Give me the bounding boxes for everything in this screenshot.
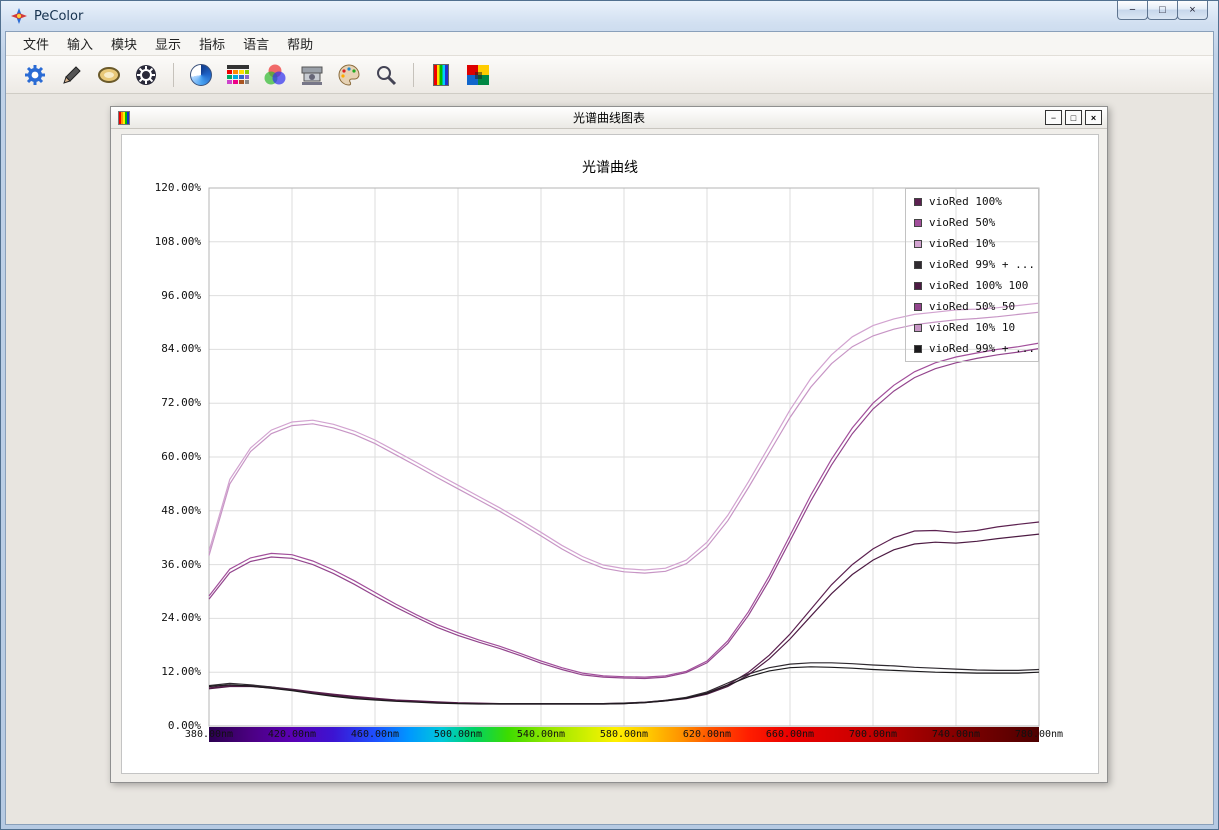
legend-label: vioRed 99% + ... bbox=[929, 258, 1035, 271]
x-tick-label: 740.00nm bbox=[932, 729, 980, 740]
chart-minimize-button[interactable]: − bbox=[1045, 110, 1062, 125]
app-logo-icon bbox=[11, 8, 27, 24]
legend-label: vioRed 10% bbox=[929, 237, 995, 250]
y-tick-label: 72.00% bbox=[137, 396, 201, 409]
app-titlebar: PeColor − □ × bbox=[1, 1, 1218, 31]
legend-label: vioRed 50% bbox=[929, 216, 995, 229]
workspace: 光谱曲线图表 − □ × 光谱曲线 vioRed 100%vioRed 50%v… bbox=[6, 94, 1213, 824]
legend-label: vioRed 99% + ... bbox=[929, 342, 1035, 355]
legend-swatch bbox=[914, 345, 922, 353]
menu-bar: 文件 输入 模块 显示 指标 语言 帮助 bbox=[6, 32, 1213, 56]
chart-panel: 光谱曲线 vioRed 100%vioRed 50%vioRed 10%vioR… bbox=[121, 134, 1099, 774]
legend-swatch bbox=[914, 198, 922, 206]
legend-swatch bbox=[914, 219, 922, 227]
x-tick-label: 780.00nm bbox=[1015, 729, 1063, 740]
toolbar-separator bbox=[413, 63, 414, 87]
chart-window-titlebar[interactable]: 光谱曲线图表 − □ × bbox=[111, 107, 1107, 129]
machine-icon[interactable] bbox=[297, 60, 327, 90]
x-tick-label: 500.00nm bbox=[434, 729, 482, 740]
y-tick-label: 24.00% bbox=[137, 611, 201, 624]
paint-palette-icon[interactable] bbox=[334, 60, 364, 90]
menu-index[interactable]: 指标 bbox=[190, 31, 234, 56]
y-tick-label: 84.00% bbox=[137, 342, 201, 355]
legend-item: vioRed 50% bbox=[906, 212, 1038, 233]
legend-item: vioRed 99% + ... bbox=[906, 338, 1038, 359]
legend-swatch bbox=[914, 282, 922, 290]
legend-label: vioRed 10% 10 bbox=[929, 321, 1015, 334]
minimize-button[interactable]: − bbox=[1117, 1, 1148, 20]
legend-item: vioRed 100% 100 bbox=[906, 275, 1038, 296]
menu-language[interactable]: 语言 bbox=[234, 31, 278, 56]
chart-window-icon bbox=[118, 111, 130, 125]
color-circles-icon[interactable] bbox=[260, 60, 290, 90]
x-tick-label: 620.00nm bbox=[683, 729, 731, 740]
x-tick-label: 420.00nm bbox=[268, 729, 316, 740]
x-tick-label: 700.00nm bbox=[849, 729, 897, 740]
settings-gear-icon[interactable] bbox=[20, 60, 50, 90]
menu-module[interactable]: 模块 bbox=[102, 31, 146, 56]
legend-swatch bbox=[914, 303, 922, 311]
close-button[interactable]: × bbox=[1177, 1, 1208, 20]
chart-maximize-button[interactable]: □ bbox=[1065, 110, 1082, 125]
y-tick-label: 60.00% bbox=[137, 450, 201, 463]
color-grid-icon[interactable] bbox=[463, 60, 493, 90]
y-tick-label: 96.00% bbox=[137, 289, 201, 302]
x-tick-label: 460.00nm bbox=[351, 729, 399, 740]
chart-window-caption-buttons: − □ × bbox=[1045, 110, 1102, 125]
chart-close-button[interactable]: × bbox=[1085, 110, 1102, 125]
chart-window-title: 光谱曲线图表 bbox=[573, 109, 645, 126]
legend-item: vioRed 10% bbox=[906, 233, 1038, 254]
x-tick-label: 540.00nm bbox=[517, 729, 565, 740]
search-icon[interactable] bbox=[371, 60, 401, 90]
legend-item: vioRed 10% 10 bbox=[906, 317, 1038, 338]
legend-label: vioRed 100% 100 bbox=[929, 279, 1028, 292]
palette-oval-icon[interactable] bbox=[94, 60, 124, 90]
legend-label: vioRed 100% bbox=[929, 195, 1002, 208]
legend-item: vioRed 50% 50 bbox=[906, 296, 1038, 317]
y-tick-label: 108.00% bbox=[137, 235, 201, 248]
menu-display[interactable]: 显示 bbox=[146, 31, 190, 56]
legend-swatch bbox=[914, 240, 922, 248]
x-tick-label: 380.00nm bbox=[185, 729, 233, 740]
pen-icon[interactable] bbox=[57, 60, 87, 90]
app-window: PeColor − □ × 文件 输入 模块 显示 指标 语言 帮助 bbox=[0, 0, 1219, 830]
y-tick-label: 48.00% bbox=[137, 504, 201, 517]
maximize-button[interactable]: □ bbox=[1147, 1, 1178, 20]
y-tick-label: 36.00% bbox=[137, 558, 201, 571]
y-tick-label: 12.00% bbox=[137, 665, 201, 678]
x-tick-label: 660.00nm bbox=[766, 729, 814, 740]
toolbar-separator bbox=[173, 63, 174, 87]
menu-input[interactable]: 输入 bbox=[58, 31, 102, 56]
y-tick-label: 120.00% bbox=[137, 181, 201, 194]
legend-item: vioRed 99% + ... bbox=[906, 254, 1038, 275]
menu-file[interactable]: 文件 bbox=[14, 31, 58, 56]
app-title: PeColor bbox=[34, 9, 83, 24]
legend-swatch bbox=[914, 261, 922, 269]
chart-legend: vioRed 100% vioRed 50% vioRed 10% vioRed 99… bbox=[905, 188, 1039, 362]
toolbar bbox=[6, 56, 1213, 94]
x-tick-label: 580.00nm bbox=[600, 729, 648, 740]
color-table-icon[interactable] bbox=[223, 60, 253, 90]
legend-swatch bbox=[914, 324, 922, 332]
rainbow-bars-icon[interactable] bbox=[426, 60, 456, 90]
legend-item: vioRed 100% bbox=[906, 191, 1038, 212]
chart-window: 光谱曲线图表 − □ × 光谱曲线 vioRed 100%vioRed 50%v… bbox=[110, 106, 1108, 783]
gear-wheel-icon[interactable] bbox=[131, 60, 161, 90]
legend-label: vioRed 50% 50 bbox=[929, 300, 1015, 313]
color-pie-icon[interactable] bbox=[186, 60, 216, 90]
client-area: 文件 输入 模块 显示 指标 语言 帮助 bbox=[5, 31, 1214, 825]
menu-help[interactable]: 帮助 bbox=[278, 31, 322, 56]
window-caption-buttons: − □ × bbox=[1118, 1, 1208, 20]
